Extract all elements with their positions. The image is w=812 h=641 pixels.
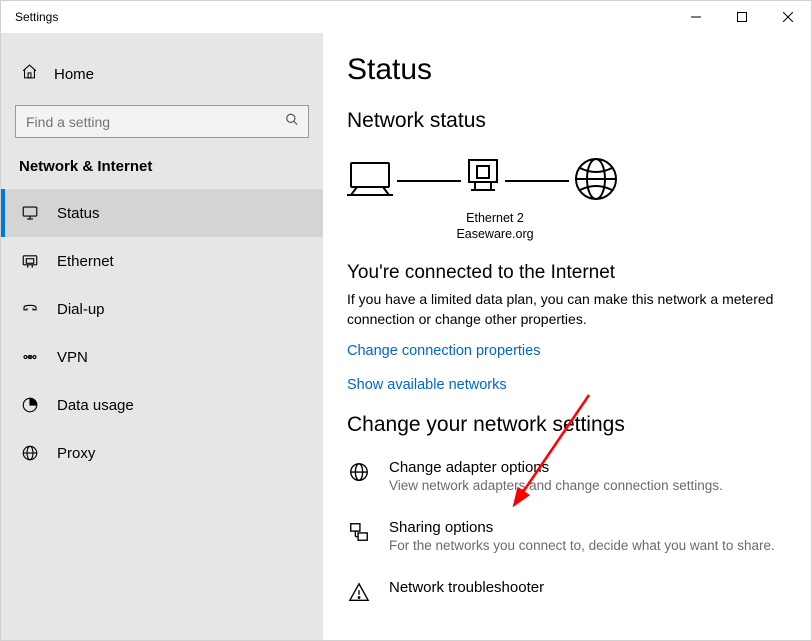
computer-icon: [347, 159, 393, 204]
sidebar: Home Network & Internet: [1, 33, 323, 640]
connection-line: [397, 180, 461, 182]
main-pane: Status Network status: [323, 33, 811, 640]
connected-title: You're connected to the Internet: [347, 262, 787, 284]
page-title: Status: [347, 53, 787, 87]
link-show-available-networks[interactable]: Show available networks: [347, 377, 787, 393]
window-title: Settings: [1, 10, 58, 24]
status-icon: [21, 204, 39, 222]
sidebar-item-label: Dial-up: [57, 301, 105, 318]
settings-window: Settings Home: [0, 0, 812, 641]
nav-list: Status Ethernet: [1, 189, 323, 477]
row-title: Network troubleshooter: [389, 579, 544, 596]
link-change-connection-properties[interactable]: Change connection properties: [347, 343, 787, 359]
row-change-adapter-options[interactable]: Change adapter options View network adap…: [347, 459, 787, 493]
globe-icon: [573, 156, 619, 207]
search-icon: [285, 112, 299, 131]
row-sharing-options[interactable]: Sharing options For the networks you con…: [347, 519, 787, 553]
proxy-icon: [21, 444, 39, 462]
row-title: Change adapter options: [389, 459, 723, 476]
search-input[interactable]: [15, 105, 309, 138]
connection-domain: Easeware.org: [347, 227, 643, 243]
warning-icon: [347, 579, 371, 603]
adapter-icon: [465, 158, 501, 205]
connection-line: [505, 180, 569, 182]
connected-desc: If you have a limited data plan, you can…: [347, 290, 777, 329]
sidebar-item-dialup[interactable]: Dial-up: [1, 285, 323, 333]
diagram-labels: Ethernet 2 Easeware.org: [347, 211, 643, 242]
sidebar-item-ethernet[interactable]: Ethernet: [1, 237, 323, 285]
sidebar-item-label: Status: [57, 205, 100, 222]
sidebar-item-status[interactable]: Status: [1, 189, 323, 237]
sidebar-item-label: Data usage: [57, 397, 134, 414]
sidebar-item-label: Proxy: [57, 445, 95, 462]
titlebar: Settings: [1, 1, 811, 33]
close-button[interactable]: [765, 1, 811, 33]
category-title: Network & Internet: [1, 152, 323, 189]
sharing-icon: [347, 519, 371, 543]
globe-icon: [347, 459, 371, 483]
network-status-heading: Network status: [347, 109, 787, 133]
connection-name: Ethernet 2: [347, 211, 643, 227]
row-title: Sharing options: [389, 519, 775, 536]
body: Home Network & Internet: [1, 33, 811, 640]
dialup-icon: [21, 300, 39, 318]
search-container: [1, 95, 323, 152]
data-usage-icon: [21, 396, 39, 414]
network-diagram: [347, 151, 787, 211]
change-settings-heading: Change your network settings: [347, 413, 787, 437]
row-network-troubleshooter[interactable]: Network troubleshooter: [347, 579, 787, 603]
row-desc: View network adapters and change connect…: [389, 478, 723, 493]
sidebar-item-datausage[interactable]: Data usage: [1, 381, 323, 429]
sidebar-item-label: VPN: [57, 349, 88, 366]
sidebar-item-proxy[interactable]: Proxy: [1, 429, 323, 477]
sidebar-item-label: Ethernet: [57, 253, 114, 270]
ethernet-icon: [21, 252, 39, 270]
minimize-button[interactable]: [673, 1, 719, 33]
row-desc: For the networks you connect to, decide …: [389, 538, 775, 553]
vpn-icon: [21, 348, 39, 366]
home-label: Home: [54, 66, 94, 83]
home-icon: [21, 63, 38, 85]
sidebar-item-vpn[interactable]: VPN: [1, 333, 323, 381]
maximize-button[interactable]: [719, 1, 765, 33]
home-button[interactable]: Home: [1, 53, 323, 95]
